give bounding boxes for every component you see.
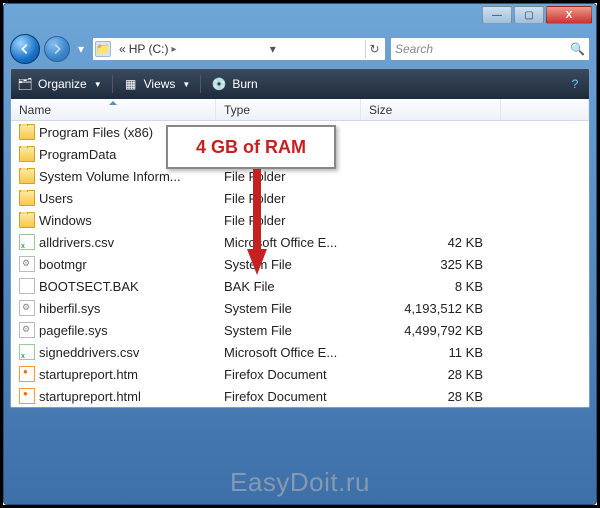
breadcrumb-drive[interactable]: HP (C:) <box>129 42 169 56</box>
close-button[interactable]: X <box>546 6 592 24</box>
file-size: 11 KB <box>361 345 501 360</box>
file-name: bootmgr <box>39 257 87 272</box>
column-header-size[interactable]: Size <box>361 99 501 120</box>
file-csv-icon <box>19 344 35 360</box>
file-name: pagefile.sys <box>39 323 108 338</box>
minimize-button[interactable]: — <box>482 6 512 24</box>
table-row[interactable]: alldrivers.csv Microsoft Office E...42 KB <box>11 231 589 253</box>
file-size: 325 KB <box>361 257 501 272</box>
annotation-callout: 4 GB of RAM <box>166 125 336 169</box>
file-size: 28 KB <box>361 367 501 382</box>
chevron-down-icon[interactable]: ▼ <box>182 80 190 89</box>
views-icon: ▦ <box>123 76 139 92</box>
file-csv-icon <box>19 234 35 250</box>
table-row[interactable]: startupreport.html Firefox Document28 KB <box>11 385 589 407</box>
table-row[interactable]: startupreport.htm Firefox Document28 KB <box>11 363 589 385</box>
maximize-button[interactable]: ▢ <box>514 6 544 24</box>
table-row[interactable]: bootmgr System File325 KB <box>11 253 589 275</box>
file-bak-icon <box>19 278 35 294</box>
folder-icon <box>19 168 35 184</box>
titlebar: — ▢ X <box>4 4 596 32</box>
table-row[interactable]: hiberfil.sys System File4,193,512 KB <box>11 297 589 319</box>
file-size: 28 KB <box>361 389 501 404</box>
table-row[interactable]: Users File Folder <box>11 187 589 209</box>
file-htm-icon <box>19 388 35 404</box>
file-type: BAK File <box>216 279 361 294</box>
file-name: alldrivers.csv <box>39 235 114 250</box>
organize-icon: 🗂 <box>17 76 33 92</box>
views-button[interactable]: ▦ Views ▼ <box>123 76 191 92</box>
file-type: Microsoft Office E... <box>216 345 361 360</box>
organize-button[interactable]: 🗂 Organize ▼ <box>17 76 102 92</box>
divider <box>200 75 201 93</box>
breadcrumb[interactable]: « HP (C:) ▸ <box>115 42 181 56</box>
address-bar[interactable]: 📁 « HP (C:) ▸ ▾ ↻ <box>92 37 386 61</box>
file-type: File Folder <box>216 191 361 206</box>
file-sys-icon <box>19 322 35 338</box>
folder-icon <box>19 146 35 162</box>
file-size: 4,193,512 KB <box>361 301 501 316</box>
file-name: startupreport.html <box>39 389 141 404</box>
table-row[interactable]: pagefile.sys System File4,499,792 KB <box>11 319 589 341</box>
arrow-left-icon <box>18 42 32 56</box>
folder-history-icon[interactable]: 📁 <box>95 41 111 57</box>
command-bar: 🗂 Organize ▼ ▦ Views ▼ 💿 Burn ? <box>11 69 589 99</box>
file-size: 42 KB <box>361 235 501 250</box>
burn-button[interactable]: 💿 Burn <box>211 76 257 92</box>
search-icon: 🔍 <box>570 42 585 56</box>
table-row[interactable]: signeddrivers.csv Microsoft Office E...11… <box>11 341 589 363</box>
file-type: File Folder <box>216 169 361 184</box>
search-input[interactable]: Search 🔍 <box>390 37 590 61</box>
help-icon: ? <box>567 76 583 92</box>
search-placeholder: Search <box>395 42 433 56</box>
file-name: System Volume Inform... <box>39 169 181 184</box>
file-sys-icon <box>19 300 35 316</box>
divider <box>112 75 113 93</box>
file-type: Microsoft Office E... <box>216 235 361 250</box>
file-name: Windows <box>39 213 92 228</box>
file-sys-icon <box>19 256 35 272</box>
file-type: Firefox Document <box>216 389 361 404</box>
file-list: Program Files (x86) File Folder ProgramDat… <box>11 121 589 407</box>
arrow-right-icon <box>50 42 64 56</box>
file-type: File Folder <box>216 213 361 228</box>
address-dropdown[interactable]: ▾ <box>264 40 282 58</box>
table-row[interactable]: BOOTSECT.BAK BAK File8 KB <box>11 275 589 297</box>
forward-button[interactable] <box>44 36 70 62</box>
column-header-name[interactable]: Name <box>11 99 216 120</box>
file-name: Program Files (x86) <box>39 125 153 140</box>
column-header-date[interactable] <box>501 99 589 120</box>
file-type: System File <box>216 301 361 316</box>
back-button[interactable] <box>10 34 40 64</box>
file-htm-icon <box>19 366 35 382</box>
file-size: 4,499,792 KB <box>361 323 501 338</box>
file-name: signeddrivers.csv <box>39 345 139 360</box>
file-name: hiberfil.sys <box>39 301 100 316</box>
table-row[interactable]: Windows File Folder <box>11 209 589 231</box>
annotation-arrow-icon <box>247 169 267 275</box>
double-chevron-icon: « <box>119 42 126 56</box>
file-name: startupreport.htm <box>39 367 138 382</box>
column-headers: Name Type Size <box>11 99 589 121</box>
file-type: System File <box>216 257 361 272</box>
folder-icon <box>19 190 35 206</box>
explorer-window: — ▢ X ▾ 📁 « HP (C:) ▸ ▾ ↻ Search 🔍 <box>3 3 597 505</box>
folder-icon <box>19 212 35 228</box>
refresh-button[interactable]: ↻ <box>365 40 383 58</box>
chevron-down-icon[interactable]: ▼ <box>94 80 102 89</box>
file-name: BOOTSECT.BAK <box>39 279 139 294</box>
file-type: Firefox Document <box>216 367 361 382</box>
file-type: System File <box>216 323 361 338</box>
file-name: ProgramData <box>39 147 116 162</box>
nav-row: ▾ 📁 « HP (C:) ▸ ▾ ↻ Search 🔍 <box>4 32 596 68</box>
content-pane: 🗂 Organize ▼ ▦ Views ▼ 💿 Burn ? Name Typ… <box>10 68 590 408</box>
chevron-right-icon[interactable]: ▸ <box>171 44 176 55</box>
help-button[interactable]: ? <box>567 76 583 92</box>
nav-history-dropdown[interactable]: ▾ <box>74 42 88 56</box>
file-name: Users <box>39 191 73 206</box>
file-size: 8 KB <box>361 279 501 294</box>
folder-icon <box>19 124 35 140</box>
burn-icon: 💿 <box>211 76 227 92</box>
column-header-type[interactable]: Type <box>216 99 361 120</box>
